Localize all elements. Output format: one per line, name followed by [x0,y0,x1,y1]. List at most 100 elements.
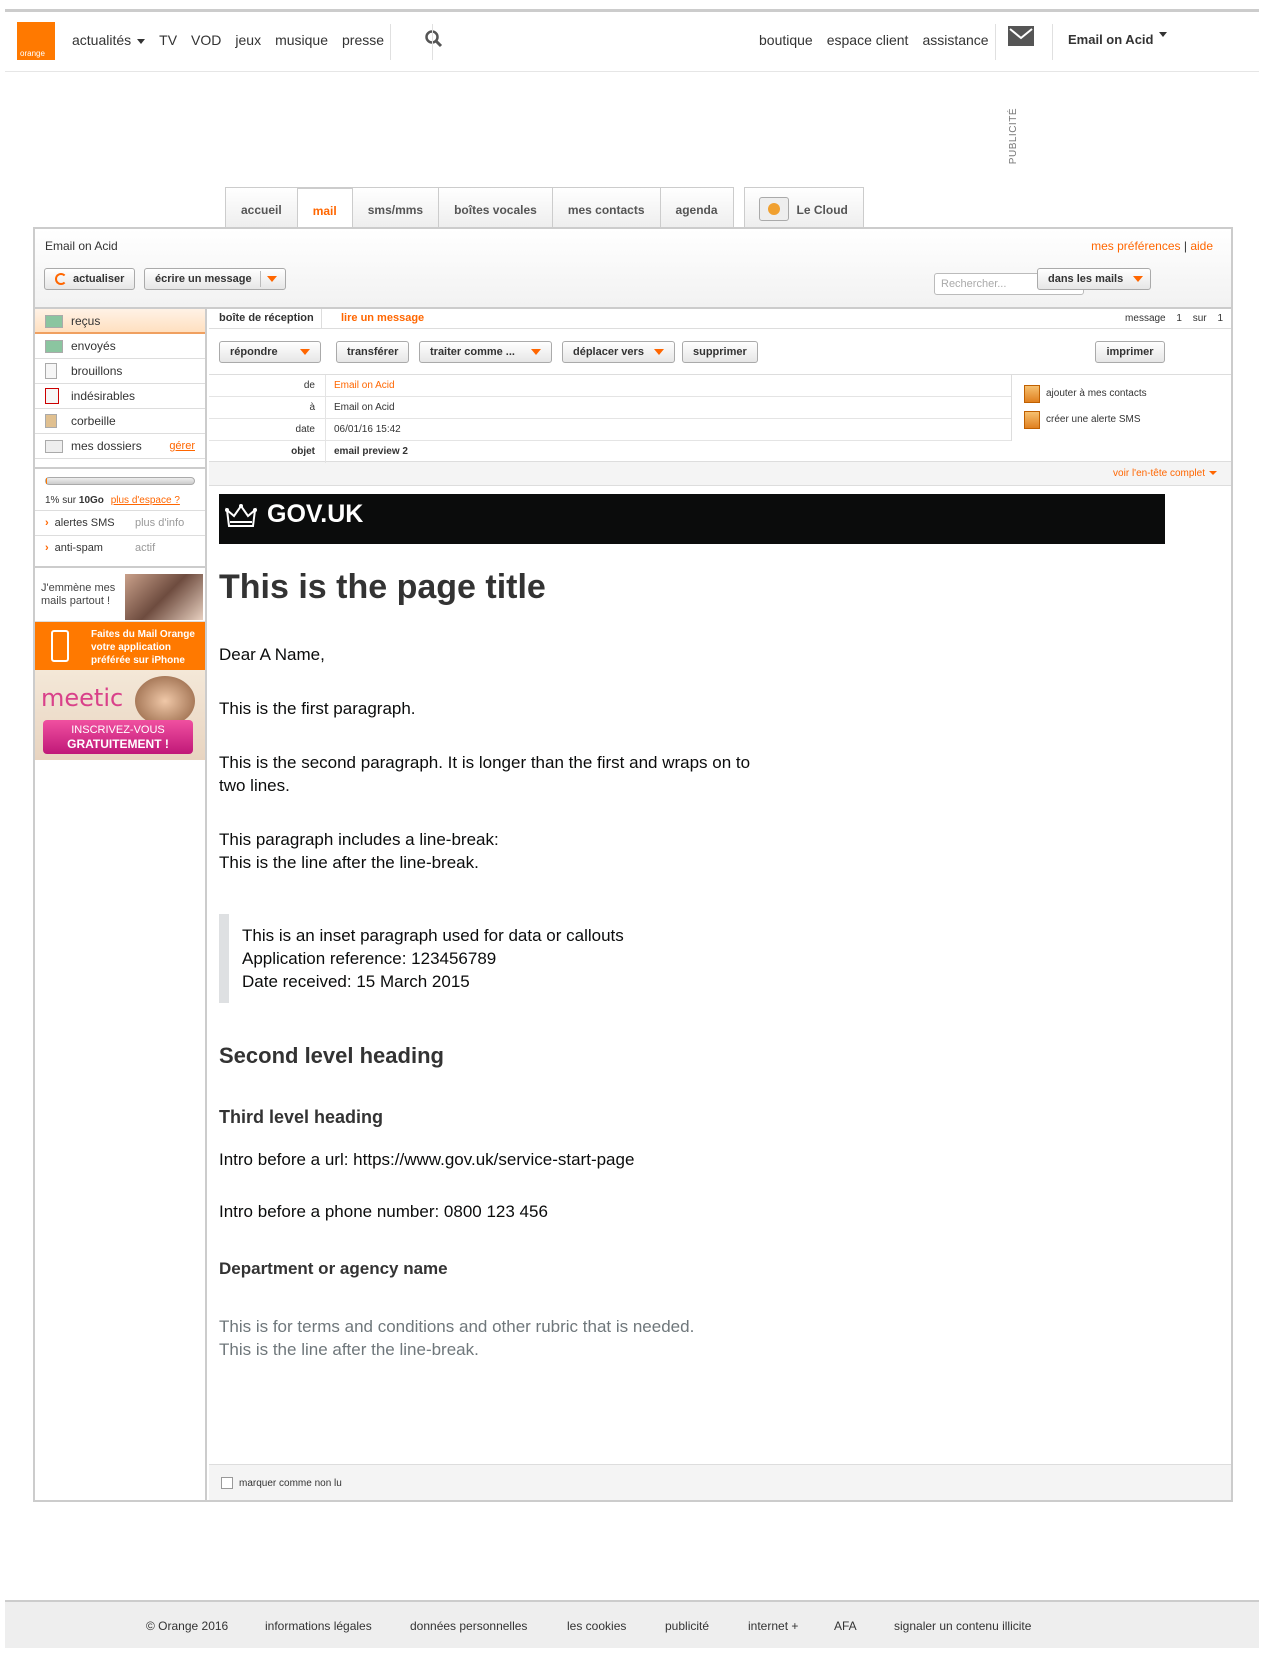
sms-alerts-link[interactable]: › alertes SMS plus d'info [35,510,205,535]
secondary-nav: boutique espace client assistance [759,32,1003,48]
full-header-link[interactable]: voir l'en-tête complet [209,462,1231,486]
ad-banner-1[interactable]: J'emmène mes mails partout ! [35,572,205,622]
chevron-down-icon [653,349,664,356]
nav-actualites[interactable]: actualités [72,32,146,48]
meta-from: de Email on Acid [209,375,1011,397]
footer-report-link[interactable]: signaler un contenu illicite [894,1619,1031,1633]
tab-boites-vocales[interactable]: boîtes vocales [438,187,552,227]
ad-label: PUBLICITÉ [1008,108,1019,165]
user-menu[interactable]: Email on Acid [1068,32,1168,47]
footer-privacy-link[interactable]: données personnelles [410,1619,527,1633]
divider [1052,24,1053,60]
tab-le-cloud[interactable]: Le Cloud [743,187,864,227]
anti-spam-link[interactable]: › anti-spam actif [35,535,205,560]
tab-mes-contacts[interactable]: mes contacts [551,187,660,227]
envelope-icon[interactable] [1008,26,1034,46]
footer-internet-plus-link[interactable]: internet + [748,1619,798,1633]
footer-legal-link[interactable]: informations légales [265,1619,372,1633]
process-as-button[interactable]: traiter comme ... [419,341,552,363]
tab-accueil[interactable]: accueil [225,187,297,227]
meetic-logo: meetic [41,684,124,712]
mail-tabs: accueil mail sms/mms boîtes vocales mes … [225,187,864,228]
search-scope-select[interactable]: dans les mails [1037,268,1151,290]
chevron-down-icon [137,38,146,44]
forward-button[interactable]: transférer [336,341,410,363]
message-counter: message 1 sur 1 [1125,313,1223,324]
nav-espace-client[interactable]: espace client [827,32,909,48]
header-links: mes préférences | aide [1091,239,1213,253]
nav-boutique[interactable]: boutique [759,32,813,48]
chevron-down-icon [299,349,310,356]
more-space-link[interactable]: plus d'espace ? [111,495,180,506]
mark-unread-label[interactable]: marquer comme non lu [239,1478,342,1489]
email-title: This is the page title [219,568,546,606]
meta-subject: objet email preview 2 [209,441,1011,463]
nav-tv[interactable]: TV [159,32,177,48]
nav-assistance[interactable]: assistance [922,32,988,48]
tab-mail[interactable]: mail [296,187,352,228]
ad-banner-3[interactable]: meetic INSCRIVEZ-VOUS GRATUITEMENT ! [35,670,205,760]
phone-paragraph: Intro before a phone number: 0800 123 45… [219,1202,548,1221]
orange-logo[interactable]: orange [17,22,55,60]
trash-icon [45,414,57,428]
help-link[interactable]: aide [1190,239,1213,253]
print-button[interactable]: imprimer [1095,341,1165,363]
move-to-button[interactable]: déplacer vers [562,341,675,363]
nav-vod[interactable]: VOD [191,32,221,48]
email-paragraph-1: This is the first paragraph. [219,699,416,718]
folder-brouillons[interactable]: brouillons [35,359,205,384]
govuk-banner: GOV.UK [219,494,1165,544]
folder-indesirables[interactable]: indésirables [35,384,205,409]
refresh-button[interactable]: actualiser [44,268,136,290]
inbox-icon [45,315,63,328]
ad-column: J'emmène mes mails partout ! Faites du M… [35,566,205,760]
message-meta: de Email on Acid à Email on Acid date 06/01… [209,375,1231,463]
manage-folders-link[interactable]: gérer [169,434,195,458]
chevron-down-icon [1209,471,1217,476]
nav-musique[interactable]: musique [275,32,328,48]
mark-unread-checkbox[interactable] [221,1477,233,1489]
delete-button[interactable]: supprimer [682,341,758,363]
folder-icon [45,440,63,453]
tab-agenda[interactable]: agenda [659,187,734,227]
tab-sms-mms[interactable]: sms/mms [351,187,439,227]
search-icon[interactable] [425,30,443,48]
crown-icon [225,504,257,527]
inset-callout: This is an inset paragraph used for data… [219,914,1221,1003]
message-footer: marquer comme non lu [209,1464,1231,1500]
ad-cta-button[interactable]: INSCRIVEZ-VOUS GRATUITEMENT ! [43,720,193,754]
govuk-logo-text[interactable]: GOV.UK [267,500,363,529]
preferences-link[interactable]: mes préférences [1091,239,1180,253]
account-name: Email on Acid [45,239,118,253]
sms-alert-link[interactable]: créer une alerte SMS [1012,407,1231,433]
add-contact-link[interactable]: ajouter à mes contacts [1012,381,1231,407]
sender-link[interactable]: Email on Acid [325,375,395,397]
refresh-icon [55,273,67,286]
folder-corbeille[interactable]: corbeille [35,409,205,434]
chevron-down-icon [530,349,541,356]
cloud-icon [758,196,789,221]
breadcrumb-inbox[interactable]: boîte de réception [219,312,314,324]
email-paragraph-3: This paragraph includes a line-break: Thi… [219,830,499,872]
second-level-heading: Second level heading [219,1043,444,1068]
folder-envoyes[interactable]: envoyés [35,334,205,359]
footer-advertising-link[interactable]: publicité [665,1619,709,1633]
nav-jeux[interactable]: jeux [235,32,261,48]
sms-alert-icon [1024,411,1040,429]
ad-banner-2[interactable]: Faites du Mail Orange votre application … [35,622,205,670]
folder-sidebar: reçus envoyés brouillons indésirables co… [35,309,207,1500]
email-greeting: Dear A Name, [219,645,325,664]
meta-to: à Email on Acid [209,397,1011,419]
rubric-text: This is for terms and conditions and oth… [219,1317,695,1359]
footer-afa-link[interactable]: AFA [834,1619,857,1633]
nav-presse[interactable]: presse [342,32,384,48]
main-nav: actualités TV VOD jeux musique presse [72,32,398,48]
footer-cookies-link[interactable]: les cookies [567,1619,626,1633]
folder-recus[interactable]: reçus [35,309,205,334]
compose-button[interactable]: écrire un message [144,268,286,290]
chevron-right-icon: › [45,517,49,529]
ad-photo [125,574,203,620]
folder-mes-dossiers[interactable]: mes dossiers gérer [35,434,205,459]
breadcrumb: boîte de réception lire un message messa… [209,309,1231,329]
reply-button[interactable]: répondre [219,341,321,363]
